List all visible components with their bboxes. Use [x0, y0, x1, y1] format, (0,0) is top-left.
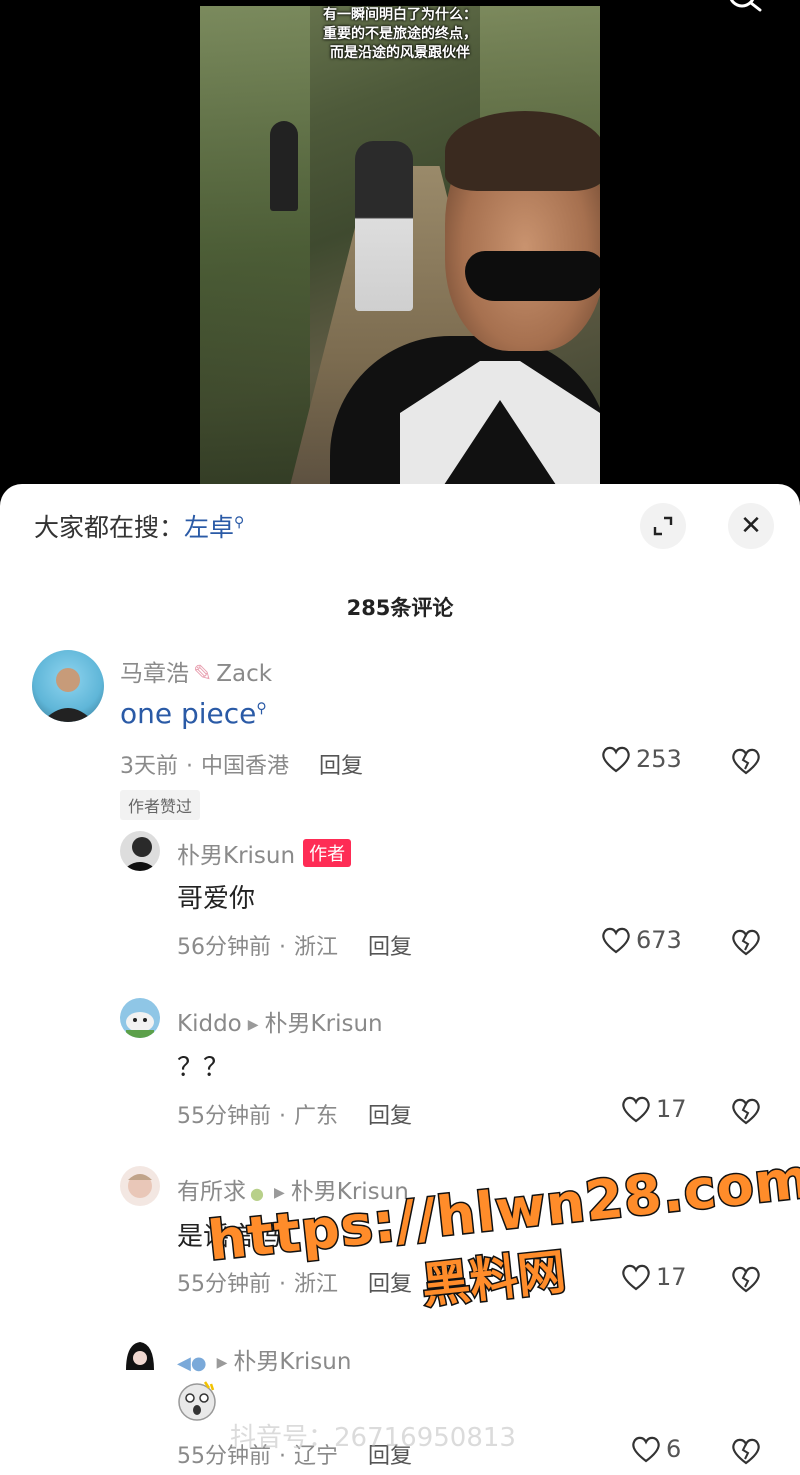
like-button[interactable]: 6 [630, 1434, 681, 1464]
avatar[interactable] [120, 831, 160, 871]
douyin-id-watermark: 抖音号：26716950813 [230, 1423, 516, 1453]
reply-to: 朴男Krisun [264, 1011, 383, 1037]
broken-heart-icon [732, 748, 760, 775]
reply-to: 朴男Krisun [233, 1349, 352, 1375]
comment-author[interactable]: Kiddo ▶ 朴男Krisun [177, 1004, 383, 1038]
close-icon: ✕ [740, 511, 762, 541]
comment-text[interactable]: 哥爱你 [177, 878, 255, 915]
unicorn-icon: ✎ [193, 661, 213, 687]
video-caption: 有一瞬间明白了为什么： 重要的不是旅途的终点， 而是沿途的风景跟伙伴 [200, 6, 600, 63]
avatar[interactable] [120, 998, 160, 1038]
like-button[interactable]: 253 [600, 744, 682, 774]
comment-text[interactable]: one piece⚲ [120, 697, 267, 730]
fish-icon: ◀● [177, 1353, 207, 1374]
reply-button[interactable]: 回复 [368, 935, 412, 960]
caption-line: 而是沿途的风景跟伙伴 [330, 45, 470, 61]
comment-emoji[interactable] [175, 1378, 219, 1429]
broken-heart-icon [732, 1438, 760, 1465]
comment-meta: 55分钟前 · 广东 回复 [177, 1104, 413, 1129]
comment-location: 中国香港 [201, 754, 290, 779]
selfie-person-hair [445, 111, 600, 191]
reply-button[interactable]: 回复 [368, 1104, 412, 1129]
close-button[interactable]: ✕ [728, 503, 774, 549]
sunglasses [465, 251, 600, 301]
expand-icon [653, 516, 673, 536]
like-button[interactable]: 17 [620, 1094, 687, 1124]
comment-time: 3天前 [120, 754, 178, 779]
video-frame[interactable]: 有一瞬间明白了为什么： 重要的不是旅途的终点， 而是沿途的风景跟伙伴 [200, 6, 600, 484]
avatar[interactable] [32, 650, 104, 722]
author-liked-tag: 作者赞过 [120, 790, 201, 820]
comment-author[interactable]: 马章浩 ✎ Zack [120, 654, 272, 688]
search-icon: ⚲ [234, 514, 245, 531]
shocked-face-icon [178, 1381, 216, 1421]
dislike-button[interactable] [730, 1096, 762, 1130]
reply-arrow-icon: ▶ [247, 1016, 259, 1033]
forest-left [200, 6, 310, 484]
author-badge: 作者 [303, 839, 352, 867]
dislike-button[interactable] [730, 927, 762, 961]
broken-heart-icon [732, 1098, 760, 1125]
trending-search[interactable]: 大家都在搜：左卓⚲ [34, 508, 244, 544]
like-count: 17 [656, 1095, 687, 1123]
comment-time: 55分钟前 [177, 1104, 271, 1129]
reply-arrow-icon: ▶ [216, 1354, 228, 1371]
reply-arrow-icon: ▶ [273, 1184, 285, 1201]
video-player[interactable]: 有一瞬间明白了为什么： 重要的不是旅途的终点， 而是沿途的风景跟伙伴 [0, 0, 800, 500]
dislike-button[interactable] [730, 1436, 762, 1470]
heart-icon [632, 1436, 660, 1463]
search-icon[interactable] [720, 0, 770, 22]
comment-text[interactable]: ？？ [177, 1047, 229, 1084]
like-count: 253 [636, 745, 682, 773]
trending-term[interactable]: 左卓 [184, 513, 234, 542]
comment-author[interactable]: 朴男Krisun 作者 [177, 836, 352, 870]
trending-prefix: 大家都在搜： [34, 513, 185, 542]
comment-location: 广东 [294, 1104, 339, 1129]
comment-meta: 3天前 · 中国香港 回复 [120, 754, 364, 779]
like-count: 673 [636, 926, 682, 954]
expand-button[interactable] [640, 503, 686, 549]
leaf-icon: ● [250, 1184, 264, 1203]
comment-author[interactable]: ◀● ▶ 朴男Krisun [177, 1342, 351, 1376]
like-count: 6 [666, 1435, 682, 1463]
hiker-far [270, 121, 298, 211]
comment-time: 56分钟前 [177, 935, 271, 960]
comment-meta: 56分钟前 · 浙江 回复 [177, 935, 413, 960]
search-icon: ⚲ [256, 700, 267, 717]
dislike-button[interactable] [730, 746, 762, 780]
heart-icon [602, 746, 630, 773]
heart-icon [602, 927, 630, 954]
comment-count: 285条评论 [346, 596, 454, 620]
avatar[interactable] [120, 1336, 160, 1376]
broken-heart-icon [732, 929, 760, 956]
like-button[interactable]: 673 [600, 925, 682, 955]
avatar[interactable] [120, 1166, 160, 1206]
comment-sheet: 大家都在搜：左卓⚲ ✕ 285条评论 马章浩 ✎ Zack one piece⚲ 3… [0, 484, 800, 1475]
heart-icon [622, 1096, 650, 1123]
caption-line: 有一瞬间明白了为什么： [323, 7, 477, 23]
comment-location: 浙江 [294, 935, 339, 960]
hiker-middle [355, 141, 413, 311]
reply-button[interactable]: 回复 [319, 754, 363, 779]
caption-line: 重要的不是旅途的终点， [323, 26, 477, 42]
